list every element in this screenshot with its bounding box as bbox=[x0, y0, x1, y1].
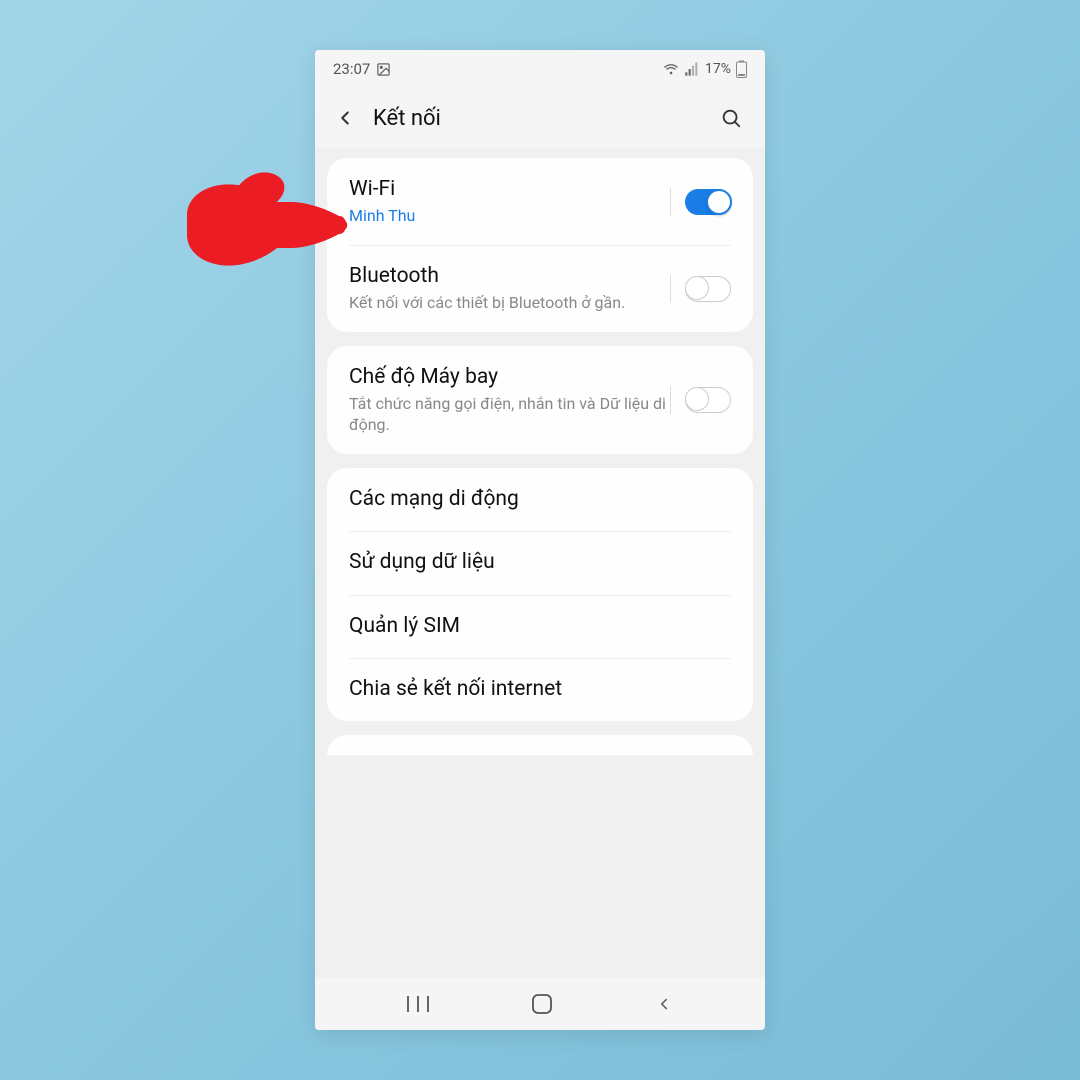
toggle-divider bbox=[670, 188, 671, 216]
search-button[interactable] bbox=[711, 98, 751, 138]
row-subtitle: Kết nối với các thiết bị Bluetooth ở gần… bbox=[349, 293, 670, 314]
bluetooth-row[interactable]: Bluetooth Kết nối với các thiết bị Bluet… bbox=[327, 245, 753, 332]
phone-frame: 23:07 17% Kết nối Wi-Fi Minh Thu bbox=[315, 50, 765, 1030]
navigation-bar bbox=[315, 978, 765, 1030]
image-icon bbox=[376, 62, 391, 77]
nav-back-button[interactable] bbox=[655, 995, 673, 1013]
wifi-toggle[interactable] bbox=[685, 189, 731, 215]
airplane-toggle[interactable] bbox=[685, 387, 731, 413]
data-usage-row[interactable]: Sử dụng dữ liệu bbox=[327, 531, 753, 594]
wifi-icon bbox=[663, 61, 679, 77]
tethering-row[interactable]: Chia sẻ kết nối internet bbox=[327, 658, 753, 721]
row-subtitle: Minh Thu bbox=[349, 206, 670, 227]
home-button[interactable] bbox=[532, 994, 552, 1014]
status-time: 23:07 bbox=[333, 60, 370, 78]
row-title: Các mạng di động bbox=[349, 486, 731, 513]
signal-icon bbox=[684, 61, 700, 77]
settings-group: Chế độ Máy bay Tắt chức năng gọi điện, n… bbox=[327, 346, 753, 454]
recents-icon bbox=[407, 995, 429, 1013]
page-title: Kết nối bbox=[373, 106, 703, 131]
sim-management-row[interactable]: Quản lý SIM bbox=[327, 595, 753, 658]
home-icon bbox=[532, 994, 552, 1014]
settings-group: Wi-Fi Minh Thu Bluetooth Kết nối với các… bbox=[327, 158, 753, 332]
bluetooth-toggle[interactable] bbox=[685, 276, 731, 302]
row-subtitle: Tắt chức năng gọi điện, nhắn tin và Dữ l… bbox=[349, 394, 670, 436]
airplane-mode-row[interactable]: Chế độ Máy bay Tắt chức năng gọi điện, n… bbox=[327, 346, 753, 454]
row-title: Chế độ Máy bay bbox=[349, 364, 670, 391]
row-title: Wi-Fi bbox=[349, 176, 670, 203]
recents-button[interactable] bbox=[407, 995, 429, 1013]
back-button[interactable] bbox=[325, 98, 365, 138]
back-icon bbox=[655, 995, 673, 1013]
row-title: Quản lý SIM bbox=[349, 613, 731, 640]
battery-icon bbox=[736, 60, 747, 78]
row-title: Chia sẻ kết nối internet bbox=[349, 676, 731, 703]
toggle-divider bbox=[670, 275, 671, 303]
toggle-divider bbox=[670, 386, 671, 414]
chevron-left-icon bbox=[334, 107, 356, 129]
status-left: 23:07 bbox=[333, 60, 391, 78]
mobile-networks-row[interactable]: Các mạng di động bbox=[327, 468, 753, 531]
status-bar: 23:07 17% bbox=[315, 50, 765, 88]
search-icon bbox=[720, 107, 742, 129]
settings-content: Wi-Fi Minh Thu Bluetooth Kết nối với các… bbox=[315, 148, 765, 978]
row-title: Bluetooth bbox=[349, 263, 670, 290]
wifi-row[interactable]: Wi-Fi Minh Thu bbox=[327, 158, 753, 245]
settings-group-partial bbox=[327, 735, 753, 755]
status-right: 17% bbox=[663, 60, 747, 78]
app-header: Kết nối bbox=[315, 88, 765, 148]
row-title: Sử dụng dữ liệu bbox=[349, 549, 731, 576]
battery-percent: 17% bbox=[705, 61, 731, 77]
settings-group: Các mạng di động Sử dụng dữ liệu Quản lý… bbox=[327, 468, 753, 721]
